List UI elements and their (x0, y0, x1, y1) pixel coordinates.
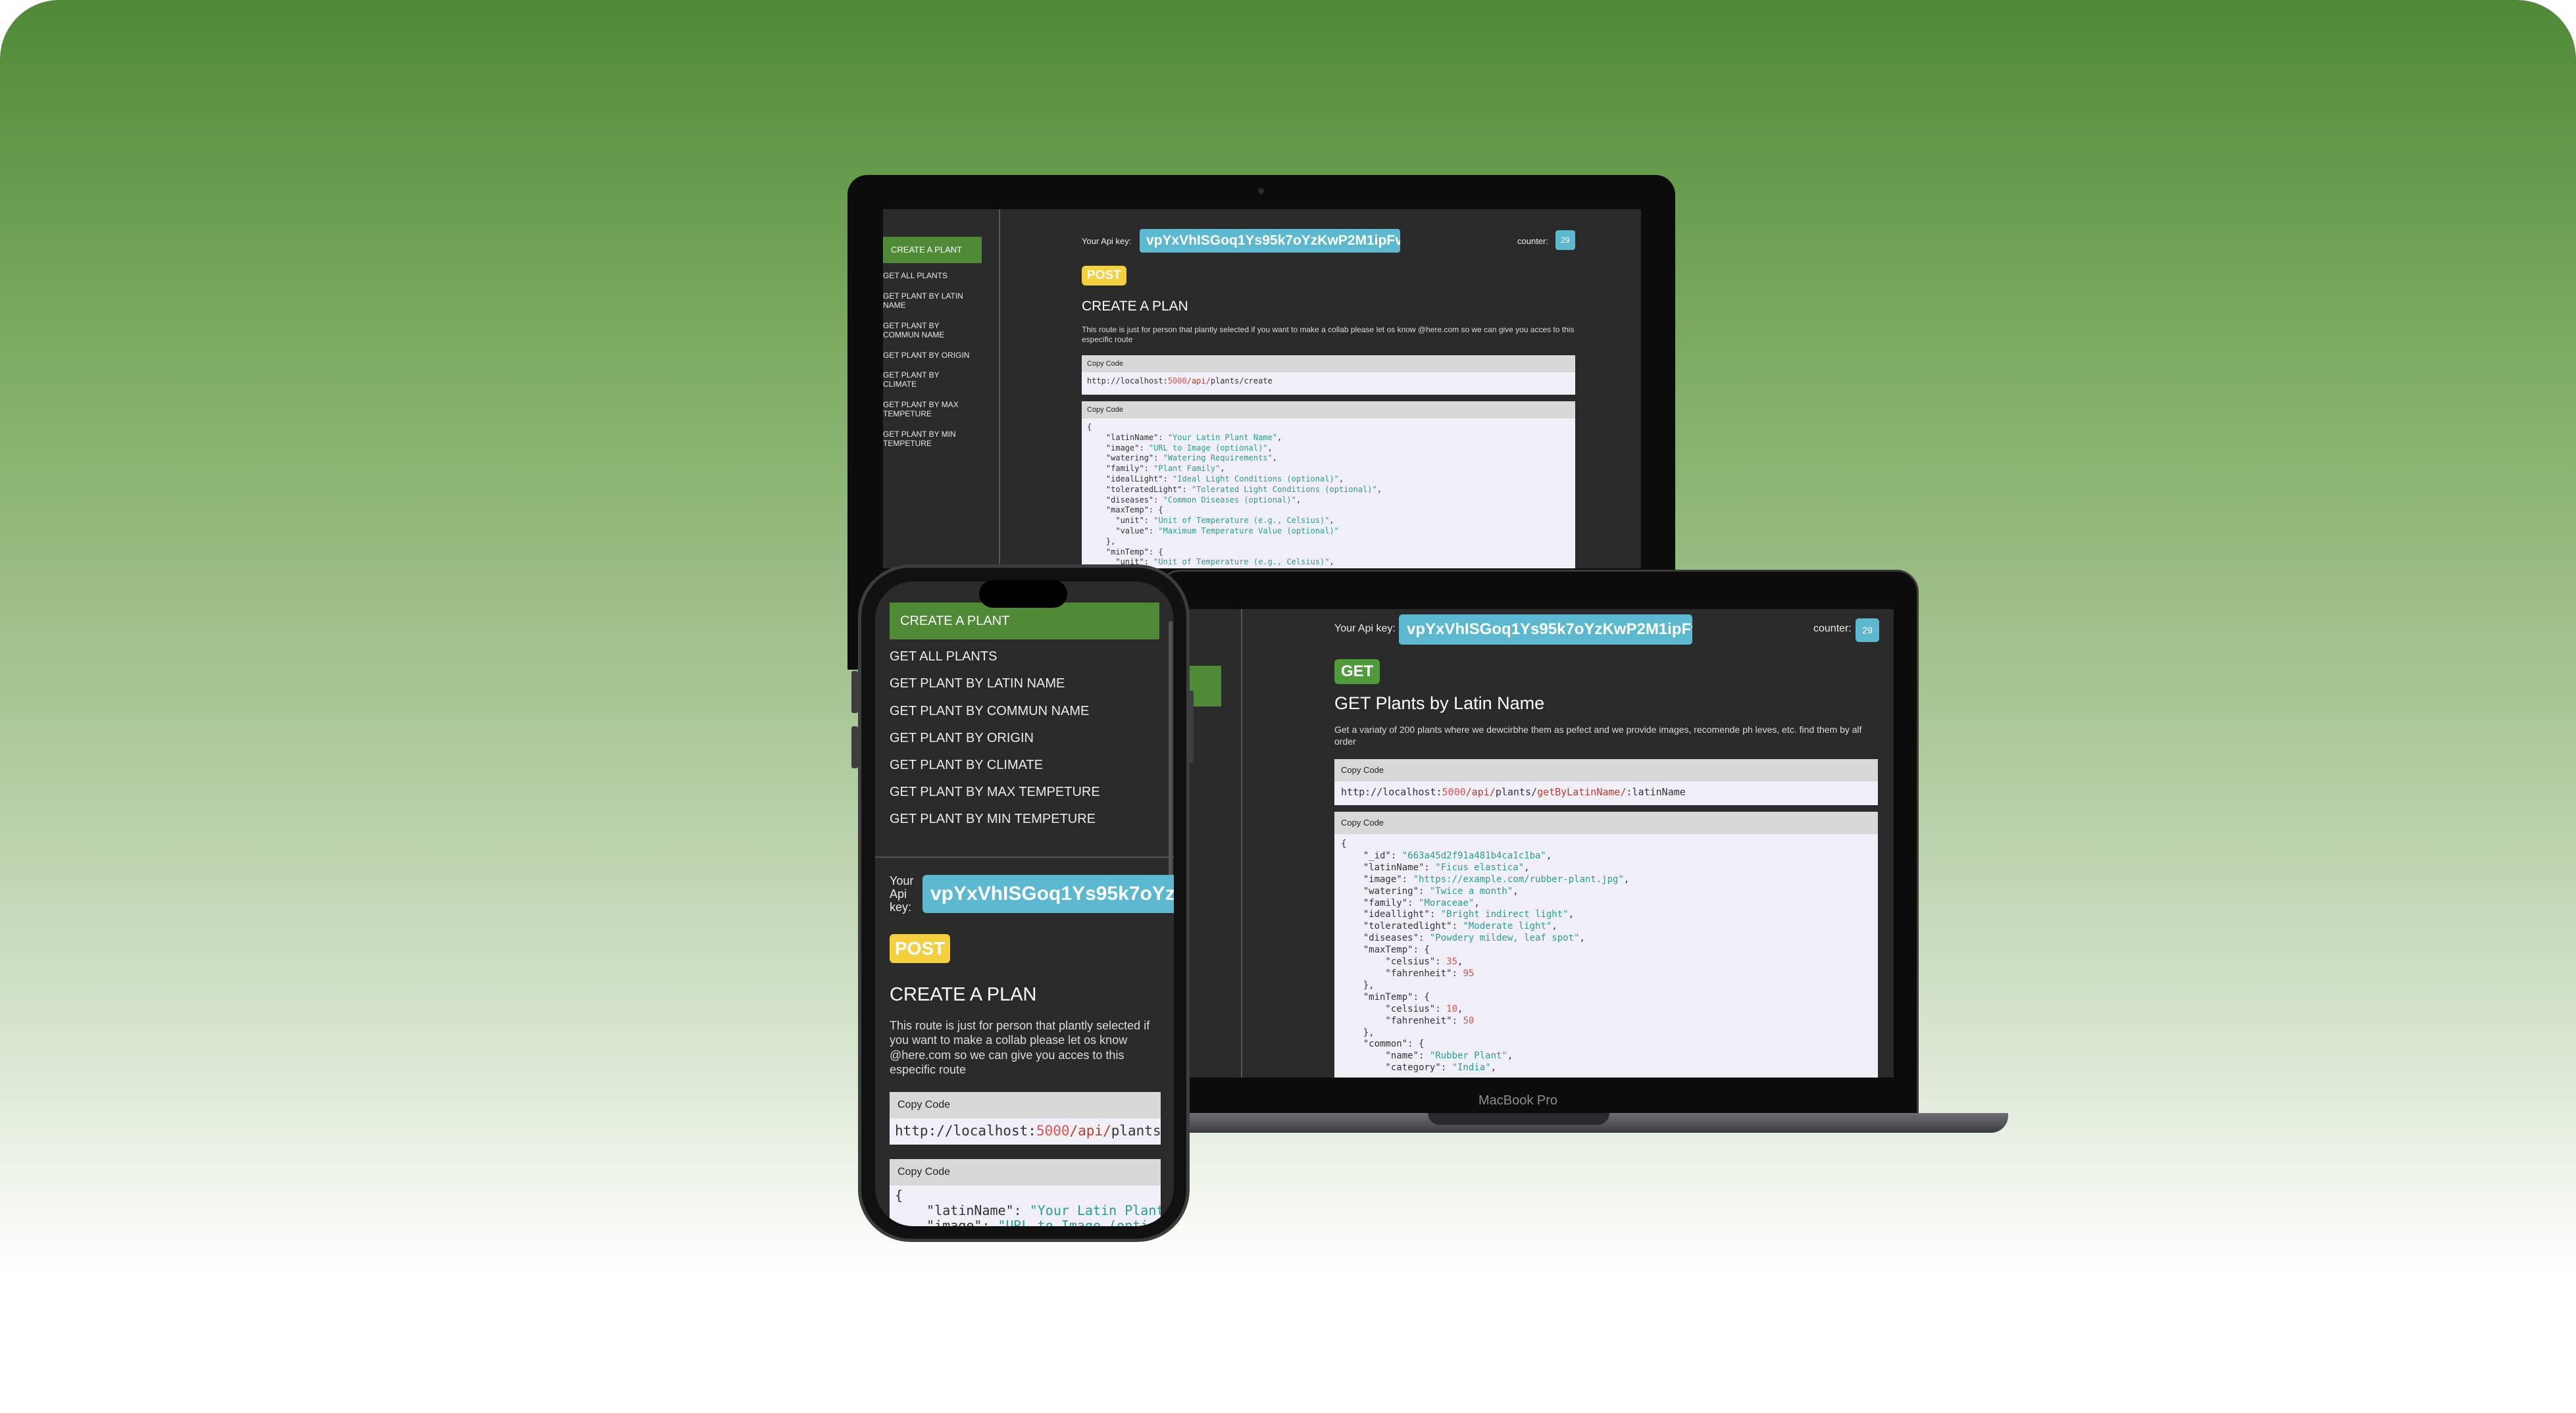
counter-label: counter: (1517, 236, 1548, 246)
method-badge-post: POST (1082, 266, 1126, 285)
counter-label: counter: (1813, 623, 1852, 634)
copy-code-button[interactable]: Copy Code (1334, 812, 1878, 834)
counter-badge: 29 (1856, 618, 1879, 642)
sidebar-item-max-temp[interactable]: GET PLANT BY MAX TEMPETURE (890, 785, 1100, 800)
counter-badge: 29 (1555, 230, 1575, 250)
sidebar: CREATE A PLANT GET ALL PLANTS GET PLANT … (883, 209, 1000, 568)
body-code-block: Copy Code { "latinName": "Your Latin Pla… (890, 1159, 1161, 1226)
route-description: Get a variaty of 200 plants where we dew… (1334, 724, 1862, 747)
api-key-badge[interactable]: vpYxVhISGoq1Ys95k7oYzKwP2M1ipFvh (1399, 614, 1692, 645)
sidebar-item-latin-name[interactable]: GET PLANT BY LATIN NAME (883, 291, 969, 310)
laptop-brand-label: MacBook Pro (1478, 1093, 1558, 1108)
sidebar-item-origin[interactable]: GET PLANT BY ORIGIN (890, 731, 1034, 746)
sidebar-item-max-temp[interactable]: GET PLANT BY MAX TEMPETURE (883, 400, 969, 419)
phone-side-button (851, 726, 858, 768)
url-code-block: Copy Code http://localhost:5000/api/plan… (1082, 355, 1575, 395)
request-body: { "latinName": "Your Latin Plant Name", … (1087, 422, 1382, 567)
response-code-block: Copy Code { "_id": "663a45d2f91a481b4ca1… (1334, 812, 1878, 1078)
response-body: { "_id": "663a45d2f91a481b4ca1c1ba", "la… (1341, 839, 1630, 1074)
method-badge-post: POST (890, 934, 951, 963)
url-code-block: Copy Code http://localhost:5000/api/plan… (1334, 759, 1878, 805)
endpoint-url: http://localhost:5000/api/plants/create (895, 1123, 1161, 1139)
request-body: { "latinName": "Your Latin Plant Name", … (895, 1187, 1161, 1227)
sidebar-item-all-plants[interactable]: GET ALL PLANTS (890, 649, 997, 664)
scrollbar[interactable] (1169, 621, 1173, 910)
sidebar-item-climate[interactable]: GET PLANT BY CLIMATE (883, 370, 955, 389)
sidebar-item-origin[interactable]: GET PLANT BY ORIGIN (883, 351, 988, 360)
api-key-badge[interactable]: vpYxVhISGoq1Ys95k7oYzKwP2M1ipFvh (1140, 229, 1400, 253)
sidebar-item-create-plant[interactable]: CREATE A PLANT (883, 237, 982, 263)
sidebar-item-min-temp[interactable]: GET PLANT BY MIN TEMPETURE (890, 812, 1096, 827)
sidebar-item-commun-name[interactable]: GET PLANT BY COMMUN NAME (890, 704, 1089, 719)
route-description: This route is just for person that plant… (890, 1019, 1150, 1076)
sidebar-item-create-plant[interactable]: CREATE A PLANT (890, 603, 1159, 639)
page-title: GET Plants by Latin Name (1334, 693, 1545, 713)
copy-code-button[interactable]: Copy Code (1082, 401, 1575, 418)
route-description: This route is just for person that plant… (1082, 325, 1575, 344)
copy-code-button[interactable]: Copy Code (890, 1092, 1161, 1118)
api-key-label: Your Api key: (1082, 236, 1132, 246)
endpoint-url: http://localhost:5000/api/plants/getByLa… (1341, 786, 1686, 798)
api-key-label: Your Api key: (890, 874, 914, 914)
laptop-screen: Your Api key: vpYxVhISGoq1Ys95k7oYzKwP2M… (1178, 609, 1894, 1078)
menu-divider (875, 856, 1174, 858)
monitor-screen: CREATE A PLANT GET ALL PLANTS GET PLANT … (883, 209, 1641, 568)
endpoint-url: http://localhost:5000/api/plants/create (1087, 376, 1273, 385)
method-badge-get: GET (1334, 659, 1380, 684)
body-code-block: Copy Code { "latinName": "Your Latin Pla… (1082, 401, 1575, 568)
api-key-label: Your Api key: (1334, 623, 1396, 634)
sidebar-item-commun-name[interactable]: GET PLANT BY COMMUN NAME (883, 321, 969, 340)
phone-screen: CREATE A PLANT GET ALL PLANTS GET PLANT … (875, 582, 1174, 1226)
copy-code-button[interactable]: Copy Code (890, 1159, 1161, 1185)
sidebar-item-all-plants[interactable]: GET ALL PLANTS (883, 271, 969, 280)
page-title: CREATE A PLAN (1082, 299, 1188, 314)
url-code-block: Copy Code http://localhost:5000/api/plan… (890, 1092, 1161, 1145)
api-key-badge[interactable]: vpYxVhISGoq1Ys95k7oYzKwP2M1ipFvh (922, 875, 1174, 913)
sidebar-item-min-temp[interactable]: GET PLANT BY MIN TEMPETURE (883, 430, 969, 449)
laptop-hinge-notch (1428, 1113, 1609, 1125)
sidebar-item-climate[interactable]: GET PLANT BY CLIMATE (890, 758, 1043, 773)
sidebar-item-latin-name[interactable]: GET PLANT BY LATIN NAME (890, 676, 1065, 691)
page-title: CREATE A PLAN (890, 984, 1037, 1005)
camera-dot (1258, 188, 1264, 194)
phone-side-button (851, 671, 858, 713)
dynamic-island (979, 580, 1067, 608)
copy-code-button[interactable]: Copy Code (1334, 759, 1878, 781)
copy-code-button[interactable]: Copy Code (1082, 355, 1575, 372)
